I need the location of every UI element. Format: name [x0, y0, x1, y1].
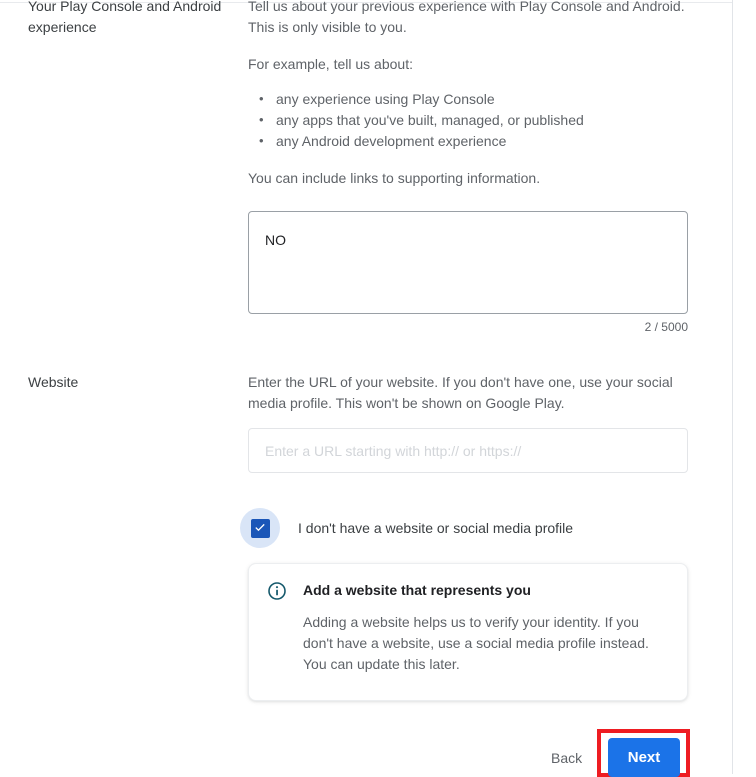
website-description: Enter the URL of your website. If you do… — [248, 374, 673, 411]
website-row-label: Website — [28, 374, 79, 390]
right-pane-divider — [732, 0, 733, 774]
experience-intro-text: Tell us about your previous experience w… — [248, 0, 685, 35]
website-url-input[interactable] — [248, 428, 688, 473]
experience-example-lead: For example, tell us about: — [248, 56, 413, 72]
website-info-card: Add a website that represents you Adding… — [248, 563, 688, 701]
list-item: any Android development experience — [259, 130, 688, 152]
website-row-body: Enter the URL of your website. If you do… — [248, 372, 688, 414]
next-button[interactable]: Next — [608, 738, 680, 777]
experience-textarea[interactable] — [248, 211, 688, 314]
experience-row-body: Tell us about your previous experience w… — [248, 0, 688, 189]
page-root: Your Play Console and Android experience… — [0, 0, 756, 777]
info-card-body: Adding a website helps us to verify your… — [303, 614, 649, 672]
experience-row-label: Your Play Console and Android experience — [28, 0, 222, 35]
back-button[interactable]: Back — [551, 748, 582, 768]
experience-links-note: You can include links to supporting info… — [248, 170, 541, 186]
no-website-checkbox-label: I don't have a website or social media p… — [298, 520, 574, 536]
no-website-checkbox-row[interactable]: I don't have a website or social media p… — [240, 508, 573, 548]
experience-example-list: any experience using Play Console any ap… — [248, 88, 688, 152]
info-circle-icon — [267, 581, 287, 601]
info-card-header: Add a website that represents you — [267, 580, 667, 601]
no-website-checkbox[interactable] — [250, 518, 270, 538]
list-item: any apps that you've built, managed, or … — [259, 109, 688, 131]
checkmark-icon — [255, 523, 265, 532]
checkbox-focus-halo — [240, 508, 280, 548]
info-card-title: Add a website that represents you — [303, 582, 531, 598]
character-counter: 2 / 5000 — [644, 320, 688, 334]
list-item: any experience using Play Console — [259, 88, 688, 110]
